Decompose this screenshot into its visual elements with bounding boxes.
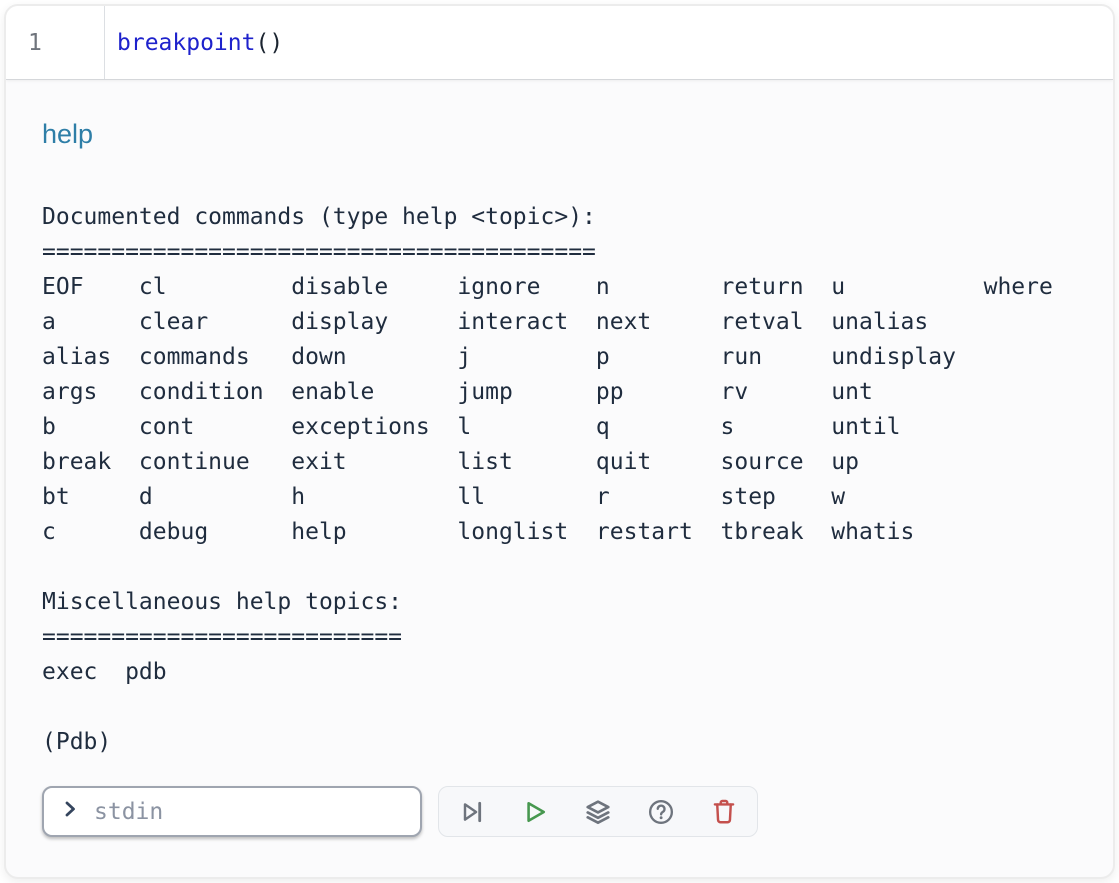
- controls-row: [42, 786, 1113, 837]
- stdin-input[interactable]: [92, 798, 408, 826]
- output-panel: help Documented commands (type help <top…: [6, 80, 1113, 837]
- code-line[interactable]: breakpoint(): [105, 6, 283, 79]
- code-token-builtin: breakpoint: [117, 30, 255, 56]
- skip-forward-icon: [458, 798, 486, 826]
- code-token-punctuation: (): [255, 30, 283, 56]
- pdb-console-app: 1 breakpoint() help Documented commands …: [4, 4, 1115, 879]
- stdin-input-wrapper: [42, 786, 422, 837]
- line-number: 1: [6, 30, 42, 56]
- pdb-help-text: Documented commands (type help <topic>):…: [42, 204, 1053, 685]
- trash-icon: [710, 798, 738, 826]
- help-button[interactable]: [647, 798, 675, 826]
- editor-gutter: 1: [6, 6, 105, 79]
- debug-toolbar: [438, 786, 758, 837]
- code-editor: 1 breakpoint(): [6, 6, 1113, 80]
- step-button[interactable]: [458, 798, 486, 826]
- chevron-right-icon: [58, 797, 82, 826]
- question-circle-icon: [647, 798, 675, 826]
- echoed-command: help: [42, 117, 1113, 151]
- clear-button[interactable]: [710, 798, 738, 826]
- stack-button[interactable]: [584, 798, 612, 826]
- pdb-prompt: (Pdb): [42, 729, 125, 755]
- terminal-output: Documented commands (type help <topic>):…: [42, 200, 1113, 760]
- run-button[interactable]: [521, 798, 549, 826]
- play-icon: [521, 798, 549, 826]
- layers-icon: [584, 798, 612, 826]
